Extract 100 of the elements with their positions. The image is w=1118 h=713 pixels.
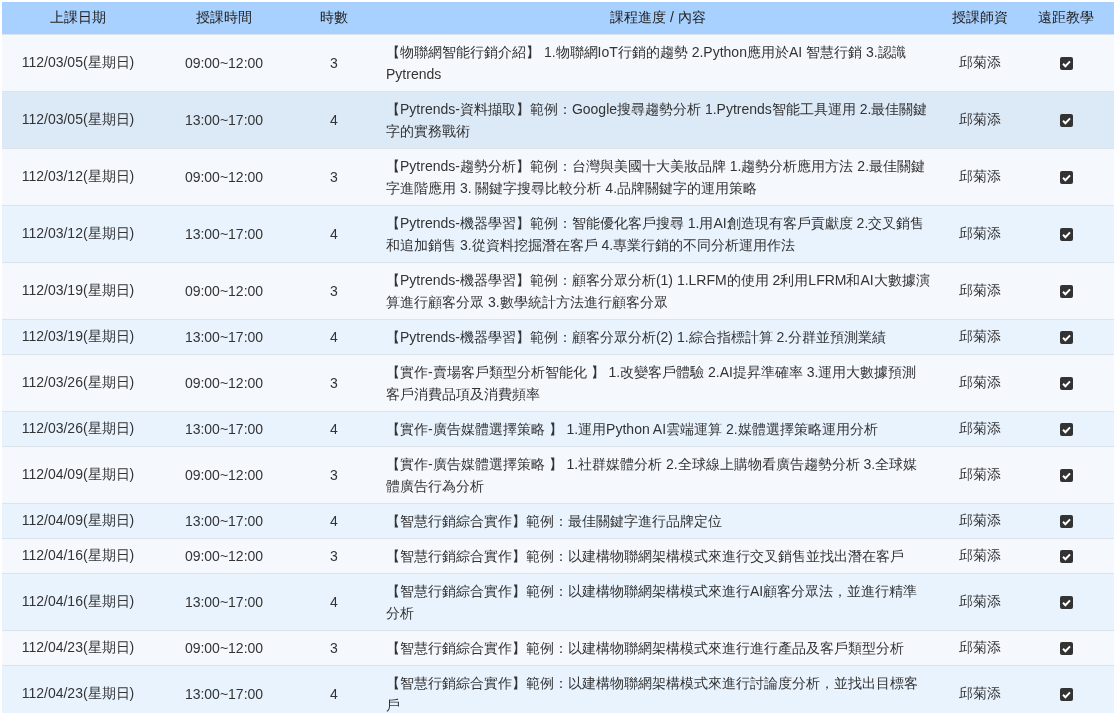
checkbox[interactable]: [1059, 376, 1073, 390]
column-header: 遠距教學: [1037, 8, 1095, 27]
time-cell: 13:00~17:00: [184, 226, 264, 242]
teacher-cell: 邱菊添: [959, 639, 1001, 657]
teacher-cell: 邱菊添: [959, 547, 1001, 565]
table-row[interactable]: 112/03/12(星期日) 13:00~17:00 4 【Pytrends-機器學習】範例：智能優化客戶搜尋 1.用AI創造現有客戶貢獻度 2.交叉銷售和追加銷售 3.從資料挖掘潛在客戶 4.專業行銷的不同分析運用作法 邱菊添: [2, 205, 1114, 262]
checkbox[interactable]: [1059, 330, 1073, 344]
teacher-cell: 邱菊添: [959, 685, 1001, 703]
content-cell-text: 【智慧行銷綜合實作】範例：以建構物聯網架構模式來進行討論度分析，並找出目標客戶: [386, 674, 919, 713]
column-header: 授課時間: [195, 8, 253, 27]
time-cell: 09:00~12:00: [184, 283, 264, 299]
teacher-cell: 邱菊添: [959, 225, 1001, 243]
time-cell: 13:00~17:00: [184, 513, 264, 529]
hours-cell: 4: [330, 226, 338, 242]
checkbox[interactable]: [1059, 595, 1073, 609]
checkbox[interactable]: [1059, 113, 1073, 127]
date-cell: 112/03/19(星期日): [21, 282, 135, 300]
teacher-cell: 邱菊添: [959, 282, 1001, 300]
checkbox[interactable]: [1059, 170, 1073, 184]
date-cell: 112/03/26(星期日): [21, 420, 135, 438]
time-cell: 13:00~17:00: [184, 686, 264, 702]
hours-cell: 4: [330, 329, 338, 345]
date-cell: 112/03/05(星期日): [21, 54, 135, 72]
table-row[interactable]: 112/03/05(星期日) 09:00~12:00 3 【物聯網智能行銷介紹】 1.物聯網IoT行銷的趨勢 2.Python應用於AI 智慧行銷 3.認識Pytrends 邱菊添: [2, 34, 1114, 91]
time-cell: 09:00~12:00: [184, 467, 264, 483]
checkbox[interactable]: [1059, 227, 1073, 241]
time-cell: 09:00~12:00: [184, 640, 264, 656]
hours-cell: 3: [330, 467, 338, 483]
hours-cell: 3: [330, 548, 338, 564]
date-cell: 112/04/09(星期日): [21, 466, 135, 484]
table-row[interactable]: 112/03/12(星期日) 09:00~12:00 3 【Pytrends-趨勢分析】範例：台灣與美國十大美妝品牌 1.趨勢分析應用方法 2.最佳關鍵字進階應用 3. 關鍵字搜尋比較分析 4.品牌關鍵字的運用策略 邱菊添: [2, 148, 1114, 205]
hours-cell: 4: [330, 594, 338, 610]
teacher-cell: 邱菊添: [959, 111, 1001, 129]
content-cell-text: 【Pytrends-機器學習】範例：顧客分眾分析(2) 1.綜合指標計算 2.分群並預測業績: [386, 328, 887, 347]
column-header: 上課日期: [49, 8, 107, 27]
table-row[interactable]: 112/04/23(星期日) 09:00~12:00 3 【智慧行銷綜合實作】範例：以建構物聯網架構模式來進行進行產品及客戶類型分析 邱菊添: [2, 630, 1114, 665]
content-cell-text: 【智慧行銷綜合實作】範例：最佳關鍵字進行品牌定位: [386, 512, 722, 531]
hours-cell: 3: [330, 169, 338, 185]
table-row[interactable]: 112/04/16(星期日) 13:00~17:00 4 【智慧行銷綜合實作】範例：以建構物聯網架構模式來進行AI顧客分眾法，並進行精準分析 邱菊添: [2, 573, 1114, 630]
teacher-cell: 邱菊添: [959, 420, 1001, 438]
table-row[interactable]: 112/04/09(星期日) 09:00~12:00 3 【實作-廣告媒體選擇策略 】 1.社群媒體分析 2.全球線上購物看廣告趨勢分析 3.全球媒體廣告行為分析 邱菊添: [2, 446, 1114, 503]
date-cell: 112/03/19(星期日): [21, 328, 135, 346]
content-cell-text: 【實作-廣告媒體選擇策略 】 1.社群媒體分析 2.全球線上購物看廣告趨勢分析 3.全球媒體廣告行為分析: [386, 455, 919, 496]
table-row[interactable]: 112/03/19(星期日) 09:00~12:00 3 【Pytrends-機器學習】範例：顧客分眾分析(1) 1.LRFM的使用 2利用LFRM和AI大數據演算進行顧客分眾 3.數學統計方法進行顧客分眾 邱菊添: [2, 262, 1114, 319]
content-cell-text: 【Pytrends-趨勢分析】範例：台灣與美國十大美妝品牌 1.趨勢分析應用方法 2.最佳關鍵字進階應用 3. 關鍵字搜尋比較分析 4.品牌關鍵字的運用策略: [386, 157, 927, 198]
date-cell: 112/04/16(星期日): [21, 547, 135, 565]
table-row[interactable]: 112/04/23(星期日) 13:00~17:00 4 【智慧行銷綜合實作】範例：以建構物聯網架構模式來進行討論度分析，並找出目標客戶 邱菊添: [2, 665, 1114, 713]
time-cell: 09:00~12:00: [184, 548, 264, 564]
time-cell: 09:00~12:00: [184, 169, 264, 185]
teacher-cell: 邱菊添: [959, 593, 1001, 611]
content-cell-text: 【Pytrends-資料擷取】範例：Google搜尋趨勢分析 1.Pytrends智能工具運用 2.最佳關鍵字的實務戰術: [386, 100, 929, 141]
content-cell-text: 【Pytrends-機器學習】範例：智能優化客戶搜尋 1.用AI創造現有客戶貢獻度 2.交叉銷售和追加銷售 3.從資料挖掘潛在客戶 4.專業行銷的不同分析運用作法: [386, 214, 926, 255]
hours-cell: 3: [330, 640, 338, 656]
date-cell: 112/03/05(星期日): [21, 111, 135, 129]
hours-cell: 4: [330, 421, 338, 437]
teacher-cell: 邱菊添: [959, 328, 1001, 346]
hours-cell: 4: [330, 112, 338, 128]
hours-cell: 3: [330, 283, 338, 299]
checkbox[interactable]: [1059, 514, 1073, 528]
hours-cell: 4: [330, 513, 338, 529]
date-cell: 112/03/12(星期日): [21, 168, 135, 186]
table-row[interactable]: 112/04/09(星期日) 13:00~17:00 4 【智慧行銷綜合實作】範例：最佳關鍵字進行品牌定位 邱菊添: [2, 503, 1114, 538]
content-cell-text: 【智慧行銷綜合實作】範例：以建構物聯網架構模式來進行交叉銷售並找出潛在客戶: [386, 547, 904, 566]
content-cell-text: 【智慧行銷綜合實作】範例：以建構物聯網架構模式來進行AI顧客分眾法，並進行精準分析: [386, 582, 919, 623]
date-cell: 112/03/12(星期日): [21, 225, 135, 243]
table-row[interactable]: 112/03/19(星期日) 13:00~17:00 4 【Pytrends-機器學習】範例：顧客分眾分析(2) 1.綜合指標計算 2.分群並預測業績 邱菊添: [2, 319, 1114, 354]
content-cell-text: 【實作-廣告媒體選擇策略 】 1.運用Python AI雲端運算 2.媒體選擇策略運用分析: [386, 420, 878, 439]
table-row[interactable]: 112/03/26(星期日) 13:00~17:00 4 【實作-廣告媒體選擇策略 】 1.運用Python AI雲端運算 2.媒體選擇策略運用分析 邱菊添: [2, 411, 1114, 446]
content-cell-text: 【物聯網智能行銷介紹】 1.物聯網IoT行銷的趨勢 2.Python應用於AI 智慧行銷 3.認識Pytrends: [386, 43, 907, 84]
checkbox[interactable]: [1059, 56, 1073, 70]
checkbox[interactable]: [1059, 284, 1073, 298]
teacher-cell: 邱菊添: [959, 168, 1001, 186]
time-cell: 13:00~17:00: [184, 112, 264, 128]
content-cell-text: 【實作-賣場客戶類型分析智能化 】 1.改變客戶體驗 2.AI提昇準確率 3.運用大數據預測客戶消費品項及消費頻率: [386, 363, 918, 404]
date-cell: 112/04/23(星期日): [21, 639, 135, 657]
time-cell: 13:00~17:00: [184, 421, 264, 437]
date-cell: 112/04/16(星期日): [21, 593, 135, 611]
hours-cell: 4: [330, 686, 338, 702]
teacher-cell: 邱菊添: [959, 512, 1001, 530]
checkbox[interactable]: [1059, 641, 1073, 655]
table-row[interactable]: 112/04/16(星期日) 09:00~12:00 3 【智慧行銷綜合實作】範例：以建構物聯網架構模式來進行交叉銷售並找出潛在客戶 邱菊添: [2, 538, 1114, 573]
table-row[interactable]: 112/03/26(星期日) 09:00~12:00 3 【實作-賣場客戶類型分析智能化 】 1.改變客戶體驗 2.AI提昇準確率 3.運用大數據預測客戶消費品項及消費頻率 邱菊添: [2, 354, 1114, 411]
hours-cell: 3: [330, 55, 338, 71]
date-cell: 112/04/23(星期日): [21, 685, 135, 703]
time-cell: 13:00~17:00: [184, 594, 264, 610]
content-cell-text: 【智慧行銷綜合實作】範例：以建構物聯網架構模式來進行進行產品及客戶類型分析: [386, 639, 904, 658]
hours-cell: 3: [330, 375, 338, 391]
date-cell: 112/03/26(星期日): [21, 374, 135, 392]
table-row[interactable]: 112/03/05(星期日) 13:00~17:00 4 【Pytrends-資料擷取】範例：Google搜尋趨勢分析 1.Pytrends智能工具運用 2.最佳關鍵字的實務戰術 邱菊添: [2, 91, 1114, 148]
column-header: 授課師資: [951, 8, 1009, 27]
checkbox[interactable]: [1059, 549, 1073, 563]
checkbox[interactable]: [1059, 687, 1073, 701]
column-header: 課程進度 / 內容: [609, 8, 707, 27]
content-cell-text: 【Pytrends-機器學習】範例：顧客分眾分析(1) 1.LRFM的使用 2利用LFRM和AI大數據演算進行顧客分眾 3.數學統計方法進行顧客分眾: [386, 271, 930, 312]
teacher-cell: 邱菊添: [959, 466, 1001, 484]
checkbox[interactable]: [1059, 468, 1073, 482]
time-cell: 09:00~12:00: [184, 55, 264, 71]
teacher-cell: 邱菊添: [959, 374, 1001, 392]
teacher-cell: 邱菊添: [959, 54, 1001, 72]
checkbox[interactable]: [1059, 422, 1073, 436]
